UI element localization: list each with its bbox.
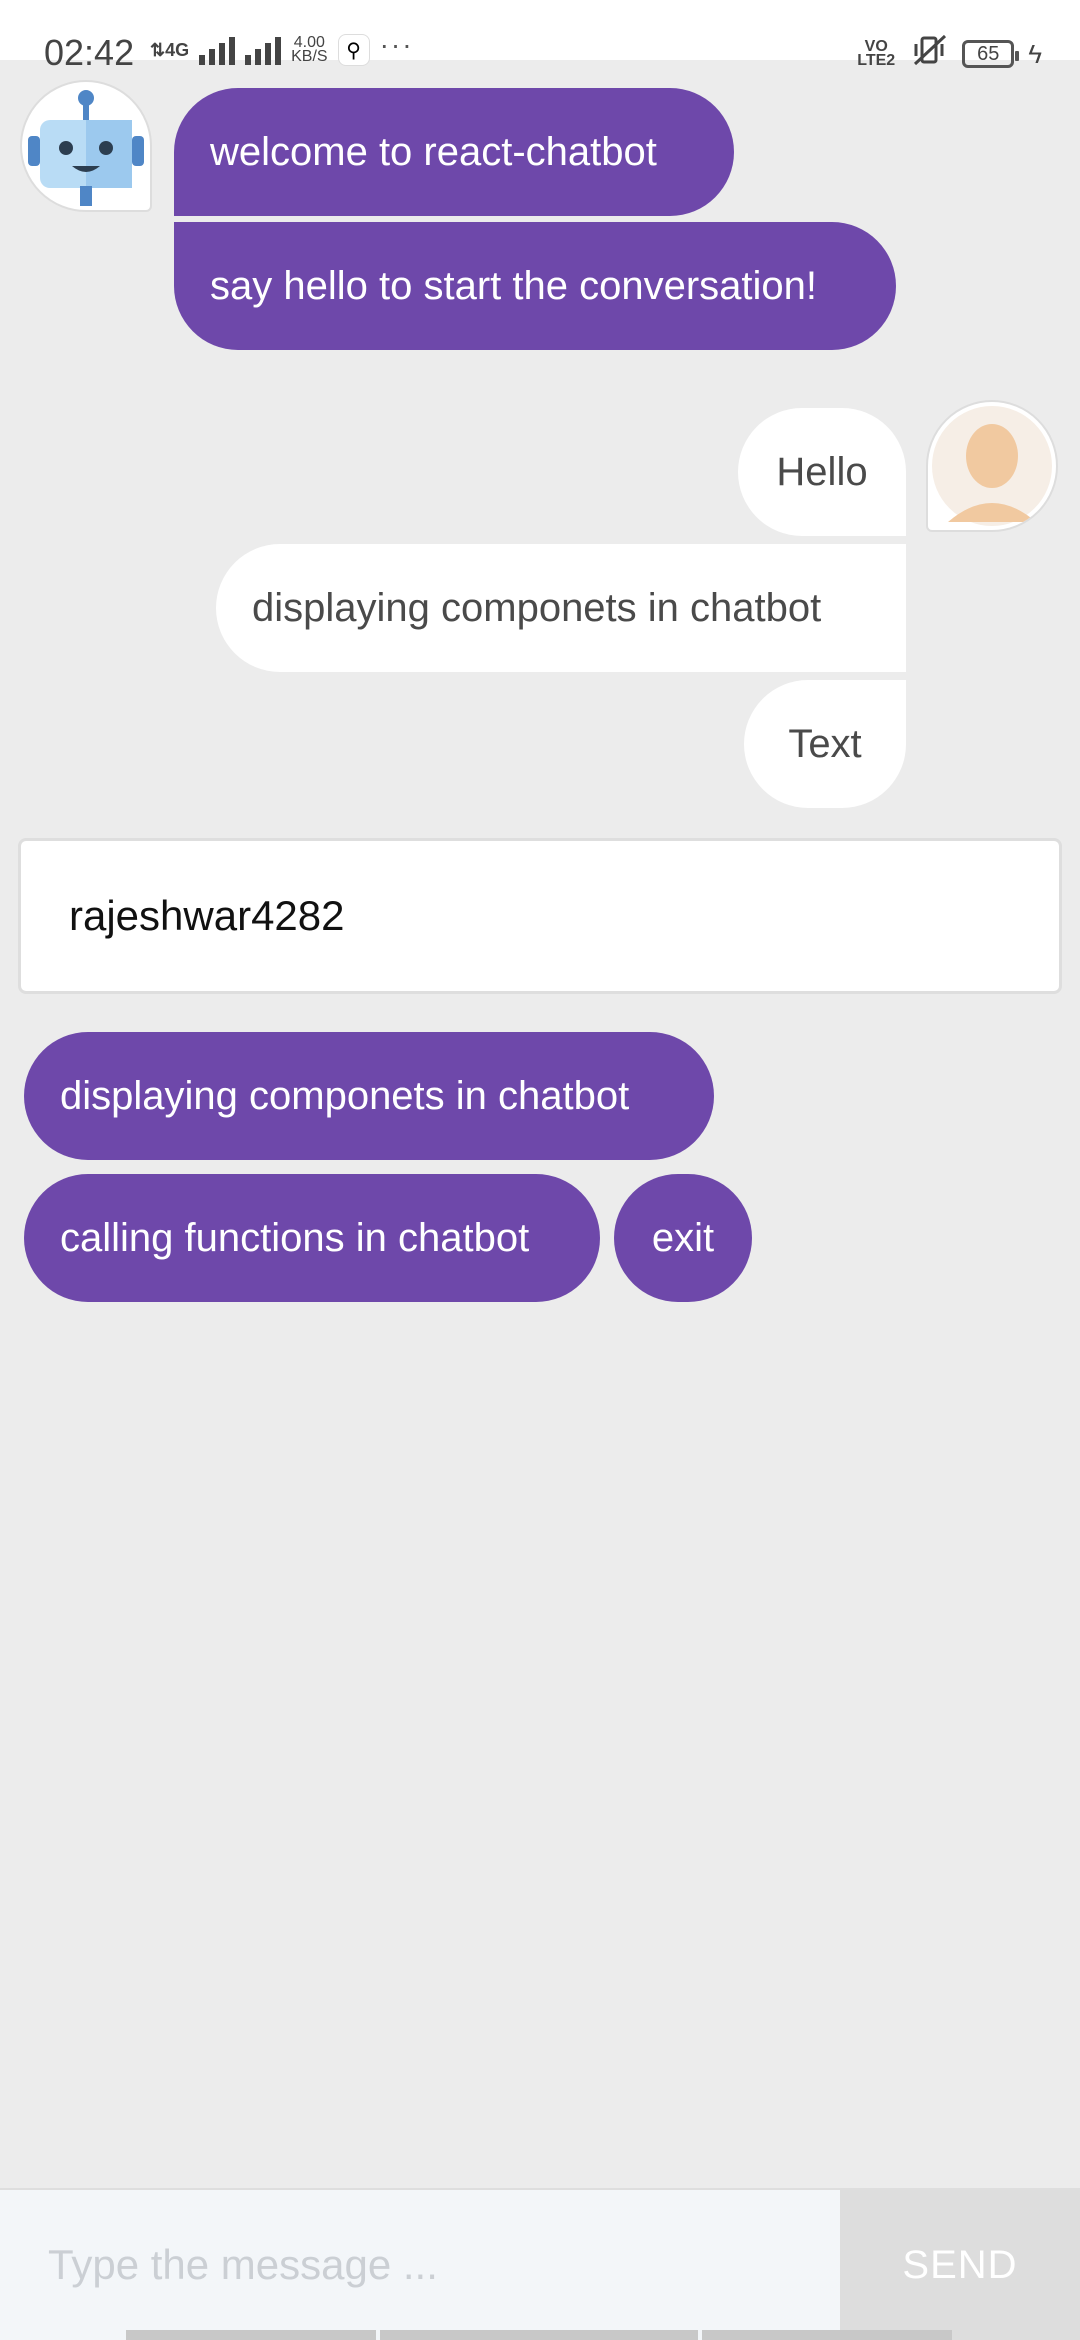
data-arrows-icon: ⇅4G [150,40,190,60]
robot-icon [28,90,144,206]
charging-icon: ϟ [1028,38,1042,69]
speed-unit: KB/S [291,48,328,65]
bot-message-text: welcome to react-chatbot [210,130,657,174]
signal-icon [199,35,236,65]
status-bar: 02:42 ⇅4G 4.00 KB/S ⚲ ··· VO LTE2 65 ϟ [0,0,1080,73]
option-label: exit [651,1215,715,1260]
battery-icon: 65 [962,40,1020,68]
volte-indicator: VO LTE2 [857,38,896,69]
bot-message: say hello to start the conversation! [174,222,896,350]
network-type: 4G [165,40,190,60]
signal-icon [245,35,282,65]
status-time: 02:42 [44,32,135,73]
message-input[interactable] [0,2190,840,2340]
status-left-icons: ⇅4G 4.00 KB/S ⚲ ··· [150,29,414,66]
username-card: rajeshwar4282 [18,838,1062,994]
more-notifications: ··· [379,29,414,60]
user-silhouette-icon [932,406,1052,526]
bot-message: welcome to react-chatbot [174,88,734,216]
user-message: Hello [738,408,906,536]
user-message-text: displaying componets in chatbot [252,586,822,630]
option-calling-functions-button[interactable]: calling functions in chatbot [24,1174,600,1302]
user-message: displaying componets in chatbot [216,544,906,672]
app-notification-icon: ⚲ [337,34,370,66]
bot-avatar [20,80,152,212]
option-label: displaying componets in chatbot [60,1073,630,1118]
option-exit-button[interactable]: exit [614,1174,752,1302]
network-speed: 4.00 KB/S [291,35,328,65]
bot-message-text: say hello to start the conversation! [210,264,817,308]
username-text: rajeshwar4282 [69,892,345,939]
option-displaying-components-button[interactable]: displaying componets in chatbot [24,1032,714,1160]
user-avatar [926,400,1058,532]
battery-level: 65 [977,42,1000,65]
user-message-text: Hello [776,450,868,494]
message-footer: SEND [0,2188,1080,2340]
nav-gesture-bar [126,2330,952,2340]
user-message: Text [744,680,906,808]
vibrate-icon [912,34,948,74]
user-message-text: Text [788,722,862,766]
option-label: calling functions in chatbot [60,1215,530,1260]
send-button[interactable]: SEND [840,2190,1080,2340]
status-right-icons: VO LTE2 65 ϟ [854,34,1042,74]
